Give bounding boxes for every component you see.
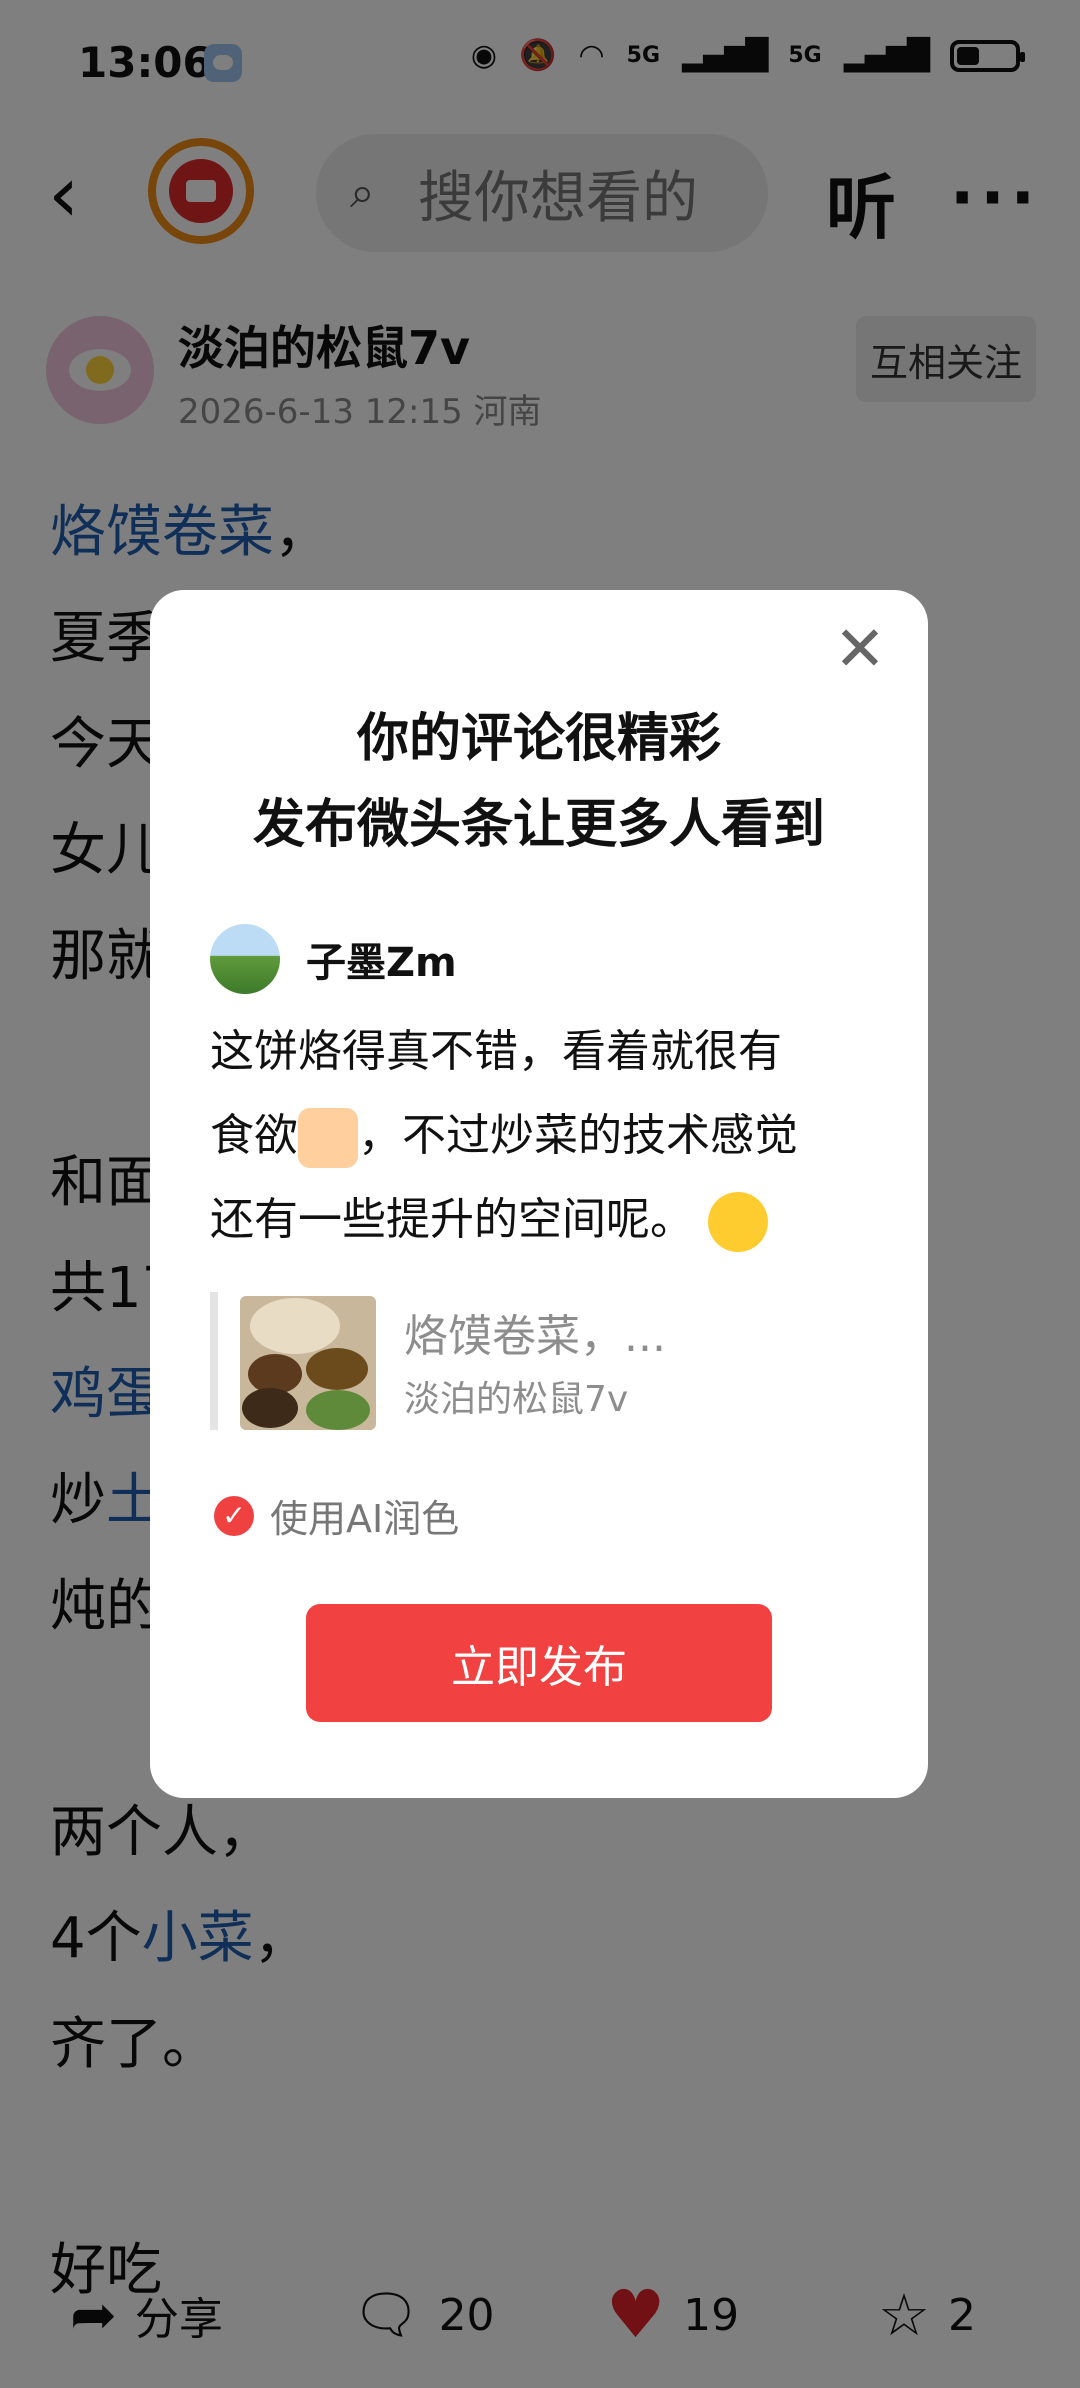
checkbox-checked-icon[interactable]: ✓ xyxy=(214,1495,254,1536)
commenter-name: 子墨Zm xyxy=(306,940,457,986)
quoted-post: 烙馍卷菜，... 淡泊的松鼠7v xyxy=(210,1292,858,1430)
avatar xyxy=(210,924,280,994)
publish-dialog: ✕ 你的评论很精彩 发布微头条让更多人看到 子墨Zm 这饼烙得真不错，看着就很有… xyxy=(150,590,928,1798)
comment-line: 这饼烙得真不错，看着就很有 xyxy=(210,1026,782,1077)
publish-button[interactable]: 立即发布 xyxy=(306,1604,772,1722)
ai-polish-option[interactable]: ✓ 使用AI润色 xyxy=(214,1488,459,1543)
laughing-crying-icon xyxy=(708,1192,768,1252)
dialog-title-line1: 你的评论很精彩 xyxy=(356,709,721,769)
post-thumbnail xyxy=(240,1296,376,1430)
quoted-title: 烙馍卷菜，... xyxy=(404,1311,666,1362)
quoted-author: 淡泊的松鼠7v xyxy=(404,1379,629,1420)
comment-line: 食欲 ，不过炒菜的技术感觉 xyxy=(210,1094,850,1178)
comment-text: 这饼烙得真不错，看着就很有 食欲 ，不过炒菜的技术感觉 还有一些提升的空间呢。 xyxy=(210,1010,850,1262)
commenter: 子墨Zm xyxy=(210,924,457,994)
close-icon[interactable]: ✕ xyxy=(834,618,886,680)
dialog-title-line2: 发布微头条让更多人看到 xyxy=(252,795,825,855)
comment-line: 还有一些提升的空间呢。 xyxy=(210,1178,850,1262)
ai-polish-label: 使用AI润色 xyxy=(270,1497,460,1541)
thumbs-up-icon xyxy=(298,1108,358,1168)
